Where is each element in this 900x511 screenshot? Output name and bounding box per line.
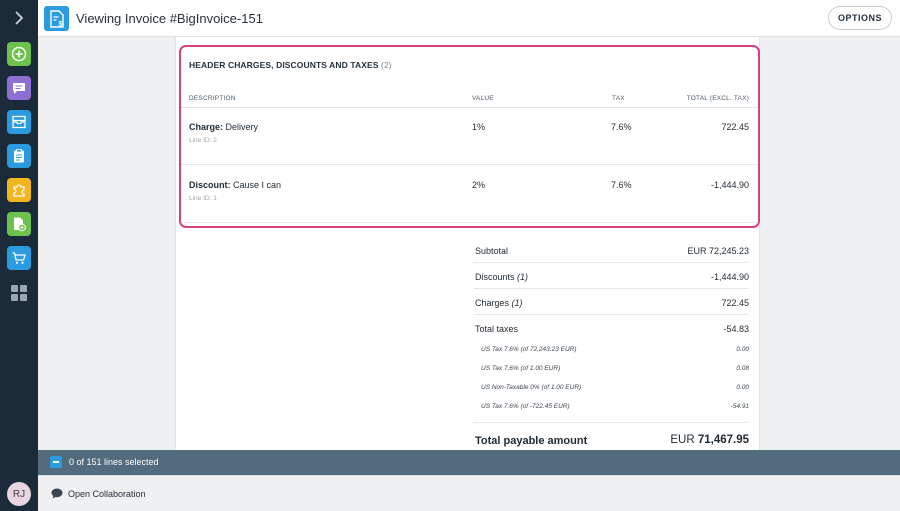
charge-row-value: 1%	[472, 122, 486, 132]
selection-count: 0 of 151 lines selected	[69, 457, 159, 467]
main-content[interactable]: HEADER CHARGES, DISCOUNTS AND TAXES (2) …	[38, 37, 900, 450]
sidebar-item-integrations[interactable]	[7, 178, 31, 202]
sidebar-item-new-document[interactable]	[7, 212, 31, 236]
charge-row-tax: 7.6%	[611, 122, 632, 132]
charge-row-label: Charge: Delivery	[189, 122, 259, 132]
sidebar-item-messages[interactable]	[7, 76, 31, 100]
totals-summary: Subtotal EUR 72,245.23 Discounts (1) -1,…	[474, 237, 749, 450]
chat-icon	[13, 83, 25, 94]
tax-line: US Non-Taxable 0% (of 1.00 EUR) 0.00	[481, 384, 749, 391]
subtotal-row: Subtotal EUR 72,245.23	[474, 237, 749, 263]
charges-section-title: HEADER CHARGES, DISCOUNTS AND TAXES (2)	[189, 60, 392, 70]
total-taxes-amount: -54.83	[723, 324, 749, 334]
open-collaboration-link[interactable]: Open Collaboration	[68, 489, 146, 499]
tax-line: US Tax 7.6% (of 72,243.23 EUR) 0.00	[481, 346, 749, 353]
cart-icon	[12, 252, 26, 264]
sidebar-item-create[interactable]	[7, 42, 31, 66]
column-header-tax: TAX	[612, 95, 625, 102]
tax-line: US Tax 7.6% (of 1.00 EUR) 0.08	[481, 365, 749, 372]
discounts-row: Discounts (1) -1,444.90	[474, 263, 749, 289]
charges-amount: 722.45	[721, 298, 749, 308]
charge-row-line-id: Line ID: 2	[189, 137, 217, 144]
chevron-right-icon	[15, 11, 24, 25]
grand-total-row: Total payable amount EUR 71,467.95	[475, 434, 749, 447]
sidebar: RJ	[0, 0, 38, 511]
subtotal-amount: EUR 72,245.23	[687, 246, 749, 256]
column-header-description: DESCRIPTION	[189, 95, 236, 102]
options-button[interactable]: OPTIONS	[828, 6, 892, 30]
clipboard-icon	[14, 149, 24, 163]
discount-row[interactable]: Discount: Cause I can Line ID: 1 2% 7.6%…	[181, 166, 758, 223]
puzzle-icon	[13, 184, 25, 197]
charges-row: Charges (1) 722.45	[474, 289, 749, 315]
column-header-total: TOTAL (EXCL. TAX)	[686, 95, 749, 102]
sidebar-item-inbox[interactable]	[7, 110, 31, 134]
discount-row-line-id: Line ID: 1	[189, 195, 217, 202]
charge-row[interactable]: Charge: Delivery Line ID: 2 1% 7.6% 722.…	[181, 108, 758, 165]
sidebar-item-orders[interactable]	[7, 144, 31, 168]
discount-row-tax: 7.6%	[611, 180, 632, 190]
selection-bar: 0 of 151 lines selected	[38, 450, 900, 475]
page-header: $ Viewing Invoice #BigInvoice-151 OPTION…	[38, 0, 900, 37]
discount-row-label: Discount: Cause I can	[189, 180, 282, 190]
tax-line: US Tax 7.6% (of -722.45 EUR) -54.91	[481, 403, 749, 410]
sidebar-expand-button[interactable]	[0, 0, 38, 36]
sidebar-item-shop[interactable]	[7, 246, 31, 270]
page-title: Viewing Invoice #BigInvoice-151	[76, 11, 263, 26]
invoice-document-icon: $	[44, 6, 69, 31]
chat-bubble-icon	[51, 488, 63, 499]
svg-text:$: $	[58, 21, 62, 28]
footer: Open Collaboration	[38, 475, 900, 511]
select-all-checkbox[interactable]	[50, 456, 62, 468]
charge-row-total: 722.45	[721, 122, 749, 132]
total-taxes-row: Total taxes -54.83	[475, 324, 749, 334]
discounts-amount: -1,444.90	[710, 272, 749, 282]
document-add-icon	[14, 217, 26, 232]
discount-row-value: 2%	[472, 180, 486, 190]
grid-icon	[11, 285, 27, 301]
grand-total-amount: EUR 71,467.95	[670, 434, 749, 446]
sidebar-item-apps[interactable]	[7, 281, 31, 305]
minus-icon	[53, 461, 59, 463]
header-charges-card: HEADER CHARGES, DISCOUNTS AND TAXES (2) …	[179, 45, 760, 228]
avatar[interactable]: RJ	[7, 482, 31, 506]
column-header-value: VALUE	[472, 95, 494, 102]
inbox-tray-icon	[12, 115, 26, 129]
discount-row-total: -1,444.90	[710, 180, 749, 190]
plus-circle-icon	[11, 46, 27, 62]
